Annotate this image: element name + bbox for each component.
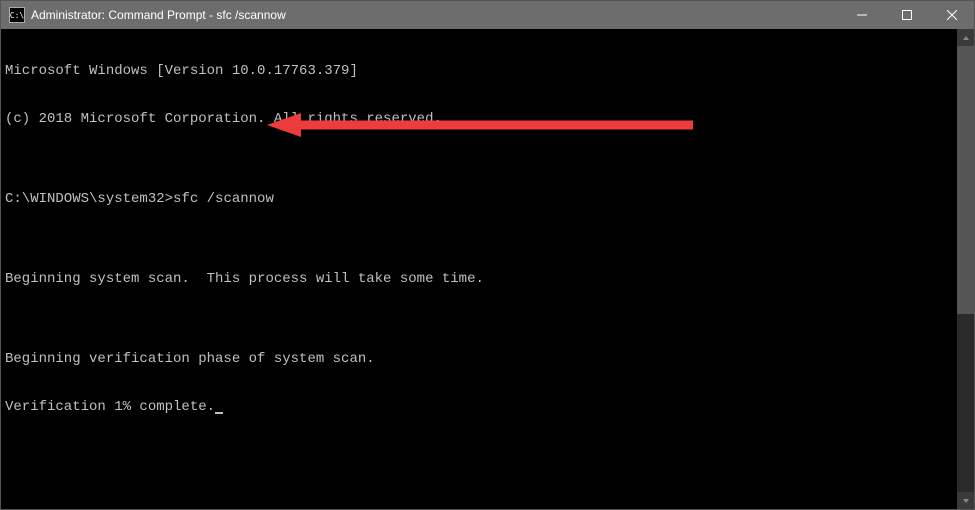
scroll-down-button[interactable] — [957, 492, 974, 509]
terminal-command: sfc /scannow — [173, 191, 274, 207]
command-prompt-window: C:\ Administrator: Command Prompt - sfc … — [0, 0, 975, 510]
terminal-line: Microsoft Windows [Version 10.0.17763.37… — [5, 63, 953, 79]
terminal-line: (c) 2018 Microsoft Corporation. All righ… — [5, 111, 953, 127]
terminal-line: C:\WINDOWS\system32>sfc /scannow — [5, 191, 953, 207]
client-area: Microsoft Windows [Version 10.0.17763.37… — [1, 29, 974, 509]
window-title: Administrator: Command Prompt - sfc /sca… — [31, 8, 839, 22]
terminal-prompt: C:\WINDOWS\system32> — [5, 191, 173, 207]
cursor-icon — [215, 412, 223, 414]
terminal-line: Verification 1% complete. — [5, 399, 953, 415]
terminal-line: Beginning system scan. This process will… — [5, 271, 953, 287]
minimize-button[interactable] — [839, 1, 884, 29]
vertical-scrollbar[interactable] — [957, 29, 974, 509]
close-button[interactable] — [929, 1, 974, 29]
scroll-up-button[interactable] — [957, 29, 974, 46]
scroll-thumb[interactable] — [957, 46, 974, 314]
titlebar[interactable]: C:\ Administrator: Command Prompt - sfc … — [1, 1, 974, 29]
window-controls — [839, 1, 974, 29]
terminal-line: Beginning verification phase of system s… — [5, 351, 953, 367]
terminal-output[interactable]: Microsoft Windows [Version 10.0.17763.37… — [1, 29, 957, 509]
cmd-icon: C:\ — [9, 7, 25, 23]
maximize-button[interactable] — [884, 1, 929, 29]
scroll-track[interactable] — [957, 46, 974, 492]
cmd-icon-label: C:\ — [10, 11, 24, 20]
